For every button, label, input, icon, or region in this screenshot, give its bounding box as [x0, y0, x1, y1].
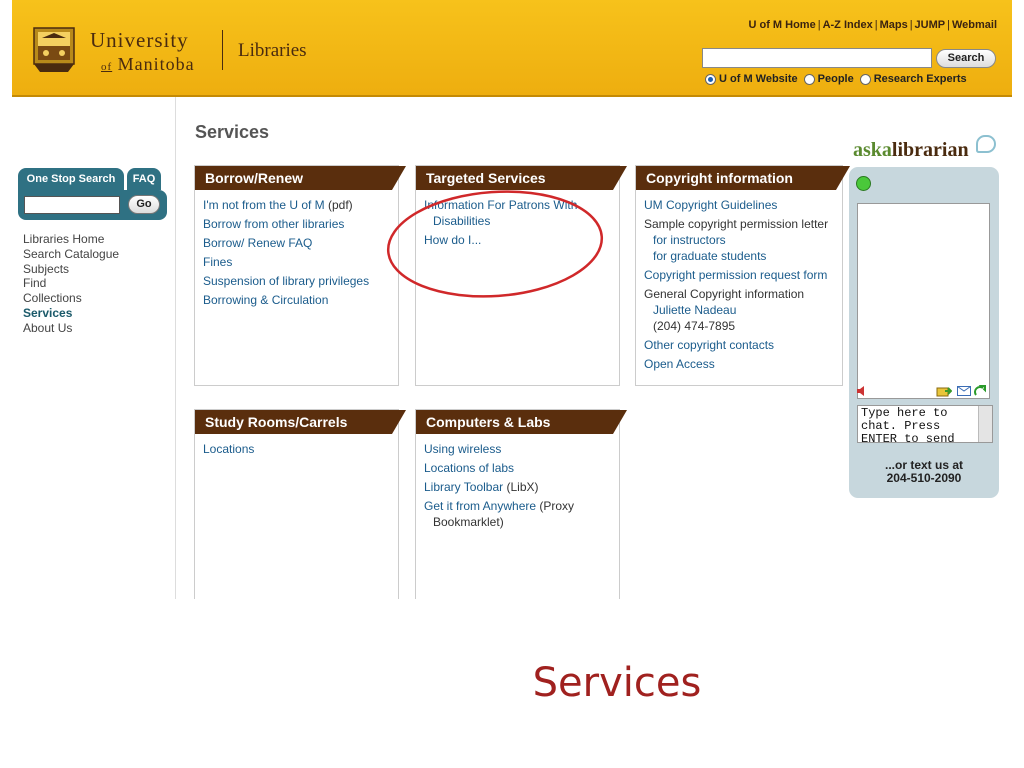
card-heading: Targeted Services — [416, 166, 627, 190]
link-get-it-from-anywhere[interactable]: Get it from Anywhere — [424, 499, 536, 513]
card-study-rooms: Study Rooms/Carrels Locations — [194, 409, 399, 599]
nav-search-catalogue[interactable]: Search Catalogue — [23, 247, 119, 262]
link-permission-request-form[interactable]: Copyright permission request form — [644, 267, 838, 283]
text-phone: (204) 474-7895 — [653, 319, 736, 333]
one-stop-search-input[interactable] — [24, 196, 120, 214]
text-general-copyright: General Copyright information — [644, 287, 805, 301]
university-crest-icon[interactable] — [32, 26, 76, 74]
folder-arrow-icon[interactable] — [936, 385, 952, 397]
libraries-title[interactable]: Libraries — [238, 40, 307, 62]
card-borrow-renew: Borrow/Renew I'm not from the U of M (pd… — [194, 165, 399, 386]
top-links: U of M Home | A-Z Index | Maps | JUMP | Webmail — [748, 19, 997, 31]
card-heading: Copyright information — [636, 166, 850, 190]
refresh-arrow-icon[interactable] — [974, 385, 986, 397]
site-search-input[interactable] — [702, 48, 932, 68]
search-scope-radios: U of M Website People Research Experts — [705, 73, 967, 85]
site-header: University of Manitoba Libraries U of M … — [12, 0, 1012, 97]
nav-about-us[interactable]: About Us — [23, 321, 119, 336]
card-heading: Computers & Labs — [416, 410, 627, 434]
text-sample-letter: Sample copyright permission letter — [644, 217, 829, 231]
email-icon[interactable] — [957, 386, 971, 396]
ask-a-librarian-title[interactable]: askalibrarian — [853, 139, 969, 162]
speaker-mute-icon[interactable] — [856, 385, 866, 397]
link-jump[interactable]: JUMP — [915, 19, 946, 31]
link-borrow-renew-faq[interactable]: Borrow/ Renew FAQ — [203, 235, 394, 251]
nav-libraries-home[interactable]: Libraries Home — [23, 232, 119, 247]
tab-faq[interactable]: FAQ — [127, 168, 161, 190]
link-locations-of-labs[interactable]: Locations of labs — [424, 460, 615, 476]
left-nav: Libraries Home Search Catalogue Subjects… — [23, 232, 119, 336]
speech-bubble-icon — [976, 135, 996, 153]
link-for-instructors[interactable]: for instructors — [644, 232, 838, 248]
status-online-icon — [856, 176, 871, 191]
link-fines[interactable]: Fines — [203, 254, 394, 270]
link-locations[interactable]: Locations — [203, 441, 394, 457]
radio-research-experts[interactable]: Research Experts — [859, 73, 967, 85]
radio-unchecked-icon — [803, 73, 815, 85]
link-for-graduate-students[interactable]: for graduate students — [644, 248, 838, 264]
link-not-from-um[interactable]: I'm not from the U of M — [203, 198, 325, 212]
university-wordmark[interactable]: University of Manitoba — [90, 28, 195, 75]
link-open-access[interactable]: Open Access — [644, 356, 838, 372]
university-line1: University — [90, 28, 189, 52]
link-webmail[interactable]: Webmail — [952, 19, 997, 31]
university-of: of — [101, 61, 113, 73]
card-heading: Borrow/Renew — [195, 166, 406, 190]
link-library-toolbar[interactable]: Library Toolbar — [424, 480, 503, 494]
page-title: Services — [195, 122, 270, 142]
nav-services[interactable]: Services — [23, 306, 119, 321]
link-um-home[interactable]: U of M Home — [748, 19, 815, 31]
radio-people[interactable]: People — [803, 73, 854, 85]
chat-input-scrollbar[interactable] — [978, 406, 992, 442]
chat-transcript[interactable] — [857, 203, 990, 399]
link-suspension[interactable]: Suspension of library privileges — [203, 273, 394, 289]
link-borrow-other-libraries[interactable]: Borrow from other libraries — [203, 216, 394, 232]
chat-widget: Type here to chat. Press ENTER to send .… — [849, 167, 999, 498]
nav-find[interactable]: Find — [23, 276, 119, 291]
nav-collections[interactable]: Collections — [23, 291, 119, 306]
link-um-copyright-guidelines[interactable]: UM Copyright Guidelines — [644, 197, 838, 213]
link-juliette-nadeau[interactable]: Juliette Nadeau — [644, 302, 838, 318]
link-borrowing-circulation[interactable]: Borrowing & Circulation — [203, 292, 394, 308]
tab-one-stop-search[interactable]: One Stop Search — [18, 168, 124, 190]
card-copyright-info: Copyright information UM Copyright Guide… — [635, 165, 843, 386]
left-column-divider — [175, 97, 176, 599]
text-us-info: ...or text us at 204-510-2090 — [884, 458, 964, 485]
link-maps[interactable]: Maps — [880, 19, 908, 31]
university-line2: Manitoba — [117, 54, 195, 74]
nav-subjects[interactable]: Subjects — [23, 262, 119, 277]
card-heading: Study Rooms/Carrels — [195, 410, 406, 434]
radio-checked-icon — [705, 73, 716, 85]
highlight-ellipse — [386, 190, 604, 298]
slide-caption: Services — [532, 660, 702, 706]
link-other-copyright-contacts[interactable]: Other copyright contacts — [644, 337, 838, 353]
card-computers-labs: Computers & Labs Using wireless Location… — [415, 409, 620, 599]
link-using-wireless[interactable]: Using wireless — [424, 441, 615, 457]
one-stop-search-box: Go — [18, 190, 167, 220]
logo-divider — [222, 30, 223, 70]
chat-message-input[interactable]: Type here to chat. Press ENTER to send — [857, 405, 993, 443]
radio-um-website[interactable]: U of M Website — [705, 73, 798, 85]
link-az-index[interactable]: A-Z Index — [823, 19, 873, 31]
go-button[interactable]: Go — [128, 195, 160, 214]
radio-unchecked-icon — [859, 73, 871, 85]
search-button[interactable]: Search — [936, 49, 996, 68]
